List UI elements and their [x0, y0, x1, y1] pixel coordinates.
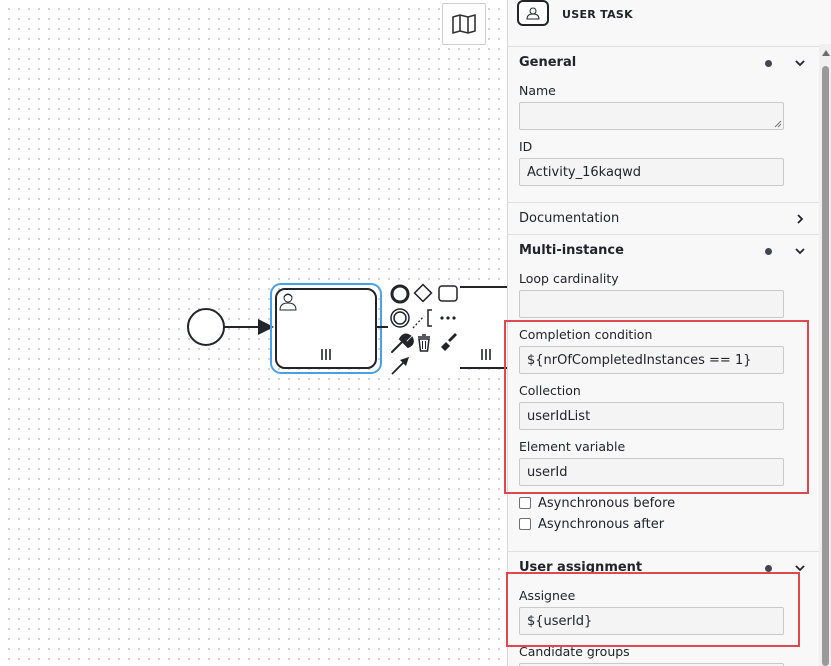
chevron-down-icon[interactable] [793, 56, 807, 70]
group-documentation-header[interactable]: Documentation [508, 203, 822, 235]
group-general-header[interactable]: General [508, 47, 822, 79]
context-pad [388, 283, 460, 376]
data-indicator-dot [765, 60, 772, 67]
group-user-assignment-title: User assignment [519, 560, 643, 575]
data-indicator-dot [765, 565, 772, 572]
name-label: Name [519, 83, 556, 98]
data-indicator-dot [765, 248, 772, 255]
scroll-thumb[interactable] [822, 66, 829, 666]
async-before-row[interactable]: Asynchronous before [519, 494, 675, 512]
id-field[interactable]: Activity_16kaqwd [519, 158, 784, 186]
start-event[interactable] [187, 308, 225, 346]
group-documentation-title: Documentation [519, 211, 620, 226]
panel-scrollbar[interactable] [819, 44, 831, 666]
element-type-label: USER TASK [562, 8, 633, 21]
group-user-assignment-header[interactable]: User assignment [508, 552, 822, 584]
async-after-label: Asynchronous after [538, 516, 665, 532]
scroll-up-arrow-icon[interactable] [822, 50, 830, 56]
diagram-canvas[interactable] [0, 0, 507, 666]
chevron-down-icon[interactable] [793, 561, 807, 575]
element-variable-field[interactable]: userId [519, 458, 784, 486]
bpmn-diagram [187, 283, 507, 376]
async-before-checkbox[interactable] [519, 497, 531, 509]
group-general-title: General [519, 55, 577, 70]
user-task-icon [517, 0, 549, 26]
resize-handle-icon[interactable] [774, 120, 782, 128]
trash-icon[interactable] [418, 334, 430, 352]
bold-circle-icon[interactable] [390, 284, 410, 304]
loop-cardinality-label: Loop cardinality [519, 271, 619, 286]
name-field[interactable] [519, 102, 784, 130]
group-multi-instance-header[interactable]: Multi-instance [508, 235, 822, 267]
properties-panel: USER TASK General Name ID Activity_16kaq… [507, 0, 831, 666]
group-multi-instance-title: Multi-instance [519, 243, 624, 258]
collection-field[interactable]: userIdList [519, 402, 784, 430]
chevron-right-icon[interactable] [793, 212, 807, 226]
completion-condition-label: Completion condition [519, 327, 653, 342]
rounded-rect-icon[interactable] [438, 285, 458, 302]
candidate-groups-label: Candidate groups [519, 644, 630, 659]
assignee-field[interactable]: ${userId} [519, 607, 784, 635]
ellipsis-icon[interactable] [440, 316, 456, 320]
id-label: ID [519, 139, 533, 154]
panel-header: USER TASK [508, 0, 831, 47]
assignee-label: Assignee [519, 588, 576, 603]
async-before-label: Asynchronous before [538, 495, 676, 511]
chevron-down-icon[interactable] [793, 244, 807, 258]
collection-label: Collection [519, 383, 581, 398]
user-task-selected[interactable] [275, 288, 377, 369]
completion-condition-field[interactable]: ${nrOfCompletedInstances == 1} [519, 346, 784, 374]
double-circle-icon[interactable] [390, 308, 410, 328]
element-variable-label: Element variable [519, 439, 626, 454]
async-after-checkbox[interactable] [519, 518, 531, 530]
loop-cardinality-field[interactable] [519, 290, 784, 318]
async-after-row[interactable]: Asynchronous after [519, 515, 664, 533]
